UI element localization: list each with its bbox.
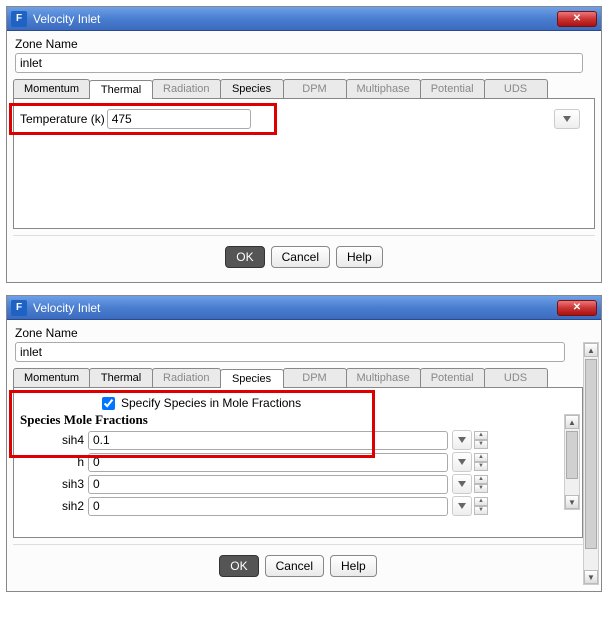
- button-row: OK Cancel Help: [13, 235, 595, 276]
- temperature-profile-field: [259, 109, 554, 129]
- species-name: sih2: [20, 499, 88, 513]
- chevron-down-icon: [563, 116, 571, 122]
- velocity-inlet-dialog-thermal: F Velocity Inlet ✕ Zone Name Momentum Th…: [6, 6, 602, 283]
- button-row: OK Cancel Help: [13, 544, 583, 585]
- tab-momentum[interactable]: Momentum: [13, 368, 90, 387]
- scroll-up-icon[interactable]: ▲: [584, 343, 598, 357]
- client-area: Zone Name Momentum Thermal Radiation Spe…: [7, 320, 601, 591]
- species-spinner: ▲ ▼: [474, 431, 488, 449]
- species-value-input[interactable]: [88, 431, 448, 450]
- scroll-down-icon[interactable]: ▼: [584, 570, 598, 584]
- tab-multiphase[interactable]: Multiphase: [346, 368, 421, 387]
- scroll-thumb[interactable]: [585, 359, 597, 549]
- spinner-up[interactable]: ▲: [474, 475, 488, 484]
- cancel-button[interactable]: Cancel: [271, 246, 330, 268]
- species-profile-dropdown[interactable]: [452, 474, 472, 494]
- tab-thermal[interactable]: Thermal: [89, 80, 153, 99]
- tab-radiation[interactable]: Radiation: [152, 368, 220, 387]
- close-icon: ✕: [573, 13, 581, 24]
- species-spinner: ▲ ▼: [474, 475, 488, 493]
- species-profile-dropdown[interactable]: [452, 496, 472, 516]
- tab-multiphase[interactable]: Multiphase: [346, 79, 421, 98]
- tab-dpm[interactable]: DPM: [283, 368, 347, 387]
- species-row-sih4: sih4 ▲ ▼: [20, 430, 576, 450]
- tab-species[interactable]: Species: [220, 79, 284, 98]
- spinner-down[interactable]: ▼: [474, 462, 488, 471]
- spinner-down[interactable]: ▼: [474, 484, 488, 493]
- species-value-input[interactable]: [88, 475, 448, 494]
- scroll-down-icon[interactable]: ▼: [565, 495, 579, 509]
- velocity-inlet-dialog-species: F Velocity Inlet ✕ Zone Name Momentum Th…: [6, 295, 602, 592]
- tab-uds[interactable]: UDS: [484, 79, 548, 98]
- ok-button[interactable]: OK: [219, 555, 258, 577]
- tab-thermal[interactable]: Thermal: [89, 368, 153, 387]
- tab-bar: Momentum Thermal Radiation Species DPM M…: [13, 368, 583, 388]
- species-row-sih3: sih3 ▲ ▼: [20, 474, 576, 494]
- ok-button[interactable]: OK: [225, 246, 264, 268]
- specify-mole-fractions-label: Specify Species in Mole Fractions: [121, 396, 301, 410]
- app-icon: F: [11, 11, 27, 27]
- spinner-up[interactable]: ▲: [474, 453, 488, 462]
- close-icon: ✕: [573, 302, 581, 313]
- species-name: h: [20, 455, 88, 469]
- window-title: Velocity Inlet: [33, 301, 557, 315]
- spinner-down[interactable]: ▼: [474, 440, 488, 449]
- tab-potential[interactable]: Potential: [420, 368, 485, 387]
- spinner-up[interactable]: ▲: [474, 431, 488, 440]
- species-panel: Specify Species in Mole Fractions Specie…: [13, 388, 583, 538]
- titlebar[interactable]: F Velocity Inlet ✕: [7, 7, 601, 31]
- zone-name-label: Zone Name: [15, 326, 581, 340]
- temperature-input[interactable]: [107, 109, 251, 129]
- chevron-down-icon: [458, 503, 466, 509]
- chevron-down-icon: [458, 459, 466, 465]
- species-rows: sih4 ▲ ▼ h: [20, 430, 576, 516]
- species-name: sih3: [20, 477, 88, 491]
- temperature-row: Temperature (k): [20, 109, 588, 129]
- species-value-input[interactable]: [88, 453, 448, 472]
- titlebar[interactable]: F Velocity Inlet ✕: [7, 296, 601, 320]
- thermal-panel: Temperature (k): [13, 99, 595, 229]
- scroll-thumb[interactable]: [566, 431, 578, 479]
- tab-bar: Momentum Thermal Radiation Species DPM M…: [13, 79, 595, 99]
- species-row-sih2: sih2 ▲ ▼: [20, 496, 576, 516]
- tab-species[interactable]: Species: [220, 369, 284, 388]
- tab-dpm[interactable]: DPM: [283, 79, 347, 98]
- chevron-down-icon: [458, 481, 466, 487]
- close-button[interactable]: ✕: [557, 300, 597, 316]
- zone-name-input[interactable]: [15, 342, 565, 362]
- tab-momentum[interactable]: Momentum: [13, 79, 90, 98]
- chevron-down-icon: [458, 437, 466, 443]
- temperature-label: Temperature (k): [20, 112, 107, 126]
- close-button[interactable]: ✕: [557, 11, 597, 27]
- species-scrollbar[interactable]: ▲ ▼: [564, 414, 580, 510]
- help-button[interactable]: Help: [330, 555, 377, 577]
- species-mole-fractions-header: Species Mole Fractions: [20, 412, 580, 428]
- specify-mole-fractions-checkbox[interactable]: [102, 397, 115, 410]
- species-profile-dropdown[interactable]: [452, 452, 472, 472]
- species-value-input[interactable]: [88, 497, 448, 516]
- zone-name-label: Zone Name: [15, 37, 593, 51]
- tab-potential[interactable]: Potential: [420, 79, 485, 98]
- help-button[interactable]: Help: [336, 246, 383, 268]
- zone-name-input[interactable]: [15, 53, 583, 73]
- temperature-profile-dropdown[interactable]: [554, 109, 580, 129]
- species-row-h: h ▲ ▼: [20, 452, 576, 472]
- client-area: Zone Name Momentum Thermal Radiation Spe…: [7, 31, 601, 282]
- species-spinner: ▲ ▼: [474, 453, 488, 471]
- spinner-down[interactable]: ▼: [474, 506, 488, 515]
- spinner-up[interactable]: ▲: [474, 497, 488, 506]
- specify-mole-fractions-row: Specify Species in Mole Fractions: [102, 396, 580, 410]
- species-profile-dropdown[interactable]: [452, 430, 472, 450]
- species-name: sih4: [20, 433, 88, 447]
- tab-radiation[interactable]: Radiation: [152, 79, 220, 98]
- app-icon: F: [11, 300, 27, 316]
- species-spinner: ▲ ▼: [474, 497, 488, 515]
- window-title: Velocity Inlet: [33, 12, 557, 26]
- dialog-scrollbar[interactable]: ▲ ▼: [583, 342, 599, 585]
- cancel-button[interactable]: Cancel: [265, 555, 324, 577]
- tab-uds[interactable]: UDS: [484, 368, 548, 387]
- scroll-up-icon[interactable]: ▲: [565, 415, 579, 429]
